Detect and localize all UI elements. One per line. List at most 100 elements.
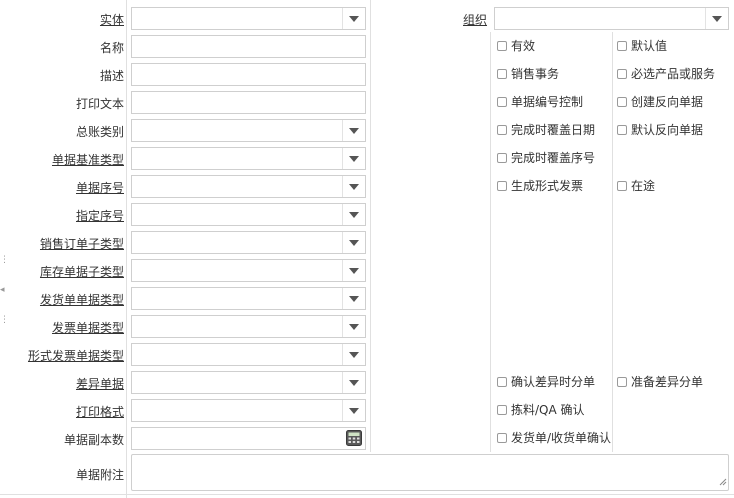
checkbox-shipment-receipt-confirm[interactable]: 发货单/收货单确认 — [497, 429, 611, 446]
checkbox-box[interactable] — [497, 40, 507, 51]
checkbox-sales-transaction[interactable]: 销售事务 — [497, 65, 559, 82]
chevron-down-icon[interactable] — [342, 372, 365, 393]
checkbox-box[interactable] — [617, 180, 627, 191]
form-column-divider — [370, 0, 371, 452]
label-doc-note: 单据附注 — [75, 468, 124, 482]
checkbox-box[interactable] — [617, 376, 627, 387]
checkbox-default-reverse-doc[interactable]: 默认反向单据 — [617, 121, 703, 138]
label-invoice-doc-type[interactable]: 发票单据类型 — [52, 319, 124, 336]
field-labels: 实体 名称 描述 打印文本 总账类别 单据基准类型 单据序号 指定序号 销售订单… — [0, 0, 126, 498]
checkbox-label: 单据编号控制 — [511, 95, 584, 109]
chevron-down-icon[interactable] — [342, 316, 365, 337]
checkbox-overwrite-date[interactable]: 完成时覆盖日期 — [497, 121, 595, 138]
checkbox-label: 完成时覆盖日期 — [511, 123, 596, 137]
checkbox-default[interactable]: 默认值 — [617, 37, 667, 54]
doc-base-type-combo[interactable] — [131, 147, 366, 170]
checkbox-column-divider-2 — [612, 32, 613, 452]
checkbox-overwrite-sequence[interactable]: 完成时覆盖序号 — [497, 149, 595, 166]
label-column-divider — [126, 0, 127, 498]
resize-handle-icon[interactable] — [719, 475, 727, 489]
label-so-subtype[interactable]: 销售订单子类型 — [40, 235, 124, 252]
checkbox-label: 准备差异分单 — [631, 375, 704, 389]
checkbox-label: 有效 — [511, 39, 536, 53]
checkbox-box[interactable] — [617, 40, 627, 51]
checkbox-mandatory-product[interactable]: 必选产品或服务 — [617, 65, 715, 82]
checkbox-box[interactable] — [497, 96, 507, 107]
checkbox-label: 创建反向单据 — [631, 95, 704, 109]
label-assigned-sequence[interactable]: 指定序号 — [76, 207, 124, 224]
checkbox-in-transit[interactable]: 在途 — [617, 177, 655, 194]
checkbox-box[interactable] — [497, 376, 507, 387]
label-inventory-subtype[interactable]: 库存单据子类型 — [40, 263, 124, 280]
shipment-doc-type-combo[interactable] — [131, 287, 366, 310]
checkbox-generate-proforma[interactable]: 生成形式发票 — [497, 177, 583, 194]
label-difference-doc[interactable]: 差异单据 — [76, 375, 124, 392]
checkbox-box[interactable] — [617, 124, 627, 135]
chevron-down-icon[interactable] — [342, 176, 365, 197]
checkbox-label: 发货单/收货单确认 — [511, 431, 612, 445]
print-format-combo[interactable] — [131, 399, 366, 422]
invoice-doc-type-combo[interactable] — [131, 315, 366, 338]
checkbox-create-reverse-doc[interactable]: 创建反向单据 — [617, 93, 703, 110]
checkbox-label: 在途 — [631, 179, 656, 193]
chevron-down-icon[interactable] — [342, 344, 365, 365]
label-entity[interactable]: 实体 — [100, 11, 124, 28]
label-print-text: 打印文本 — [75, 97, 124, 111]
gl-category-combo[interactable] — [131, 119, 366, 142]
label-organization[interactable]: 组织 — [463, 11, 487, 28]
chevron-down-icon[interactable] — [705, 8, 728, 29]
calculator-icon[interactable] — [346, 430, 362, 449]
checkbox-box[interactable] — [497, 124, 507, 135]
chevron-down-icon[interactable] — [342, 148, 365, 169]
checkbox-box[interactable] — [497, 68, 507, 79]
print-text-input[interactable] — [131, 91, 366, 114]
name-input[interactable] — [131, 35, 366, 58]
proforma-doc-type-combo[interactable] — [131, 343, 366, 366]
doc-sequence-combo[interactable] — [131, 175, 366, 198]
checkbox-box[interactable] — [497, 152, 507, 163]
chevron-down-icon[interactable] — [342, 204, 365, 225]
checkbox-label: 拣料/QA 确认 — [511, 403, 585, 417]
checkbox-column-divider-1 — [490, 32, 491, 452]
description-input[interactable] — [131, 63, 366, 86]
checkbox-box[interactable] — [497, 180, 507, 191]
doc-copies-number-input[interactable] — [131, 427, 366, 450]
checkbox-label: 完成时覆盖序号 — [511, 151, 596, 165]
organization-combo[interactable] — [494, 7, 729, 30]
checkbox-prepare-difference-split[interactable]: 准备差异分单 — [617, 373, 703, 390]
chevron-down-icon[interactable] — [342, 260, 365, 281]
chevron-down-icon[interactable] — [342, 288, 365, 309]
checkbox-box[interactable] — [497, 432, 507, 443]
chevron-down-icon[interactable] — [342, 232, 365, 253]
difference-doc-combo[interactable] — [131, 371, 366, 394]
label-shipment-doc-type[interactable]: 发货单单据类型 — [40, 291, 124, 308]
label-print-format[interactable]: 打印格式 — [76, 403, 124, 420]
assigned-sequence-combo[interactable] — [131, 203, 366, 226]
chevron-down-icon[interactable] — [342, 8, 365, 29]
so-subtype-combo[interactable] — [131, 231, 366, 254]
doc-note-textarea[interactable] — [131, 454, 729, 491]
checkbox-box[interactable] — [617, 96, 627, 107]
checkbox-active[interactable]: 有效 — [497, 37, 535, 54]
checkbox-split-on-difference[interactable]: 确认差异时分单 — [497, 373, 595, 390]
inventory-subtype-combo[interactable] — [131, 259, 366, 282]
checkbox-label: 销售事务 — [511, 67, 560, 81]
checkbox-label: 确认差异时分单 — [511, 375, 596, 389]
label-proforma-doc-type[interactable]: 形式发票单据类型 — [28, 347, 124, 364]
chevron-down-icon[interactable] — [342, 400, 365, 421]
checkbox-pick-qa-confirm[interactable]: 拣料/QA 确认 — [497, 401, 585, 418]
label-name: 名称 — [99, 41, 124, 55]
chevron-down-icon[interactable] — [342, 120, 365, 141]
checkbox-box[interactable] — [497, 404, 507, 415]
checkbox-box[interactable] — [617, 68, 627, 79]
label-doc-sequence[interactable]: 单据序号 — [76, 179, 124, 196]
checkbox-label: 必选产品或服务 — [631, 67, 716, 81]
entity-combo[interactable] — [131, 7, 366, 30]
checkbox-label: 默认值 — [631, 39, 668, 53]
label-doc-copies: 单据副本数 — [63, 433, 124, 447]
label-doc-base-type[interactable]: 单据基准类型 — [52, 151, 124, 168]
label-description: 描述 — [99, 69, 124, 83]
checkbox-label: 默认反向单据 — [631, 123, 704, 137]
checkbox-doc-number-control[interactable]: 单据编号控制 — [497, 93, 583, 110]
checkbox-label: 生成形式发票 — [511, 179, 584, 193]
